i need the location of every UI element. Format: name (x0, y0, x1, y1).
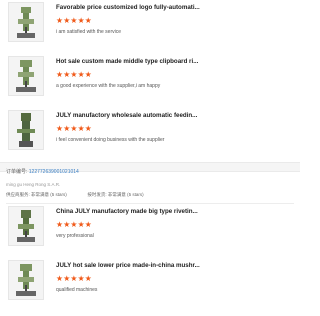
review-item: JULY hot sale lower price made-in-china … (0, 260, 300, 316)
reviews-page: Favorable price customized logo fully-au… (0, 0, 300, 300)
review-comment: very professional (56, 233, 94, 239)
divider (6, 203, 294, 204)
machine-image (16, 264, 36, 296)
star-rating: ★★★★★ (56, 124, 92, 133)
machine-image (16, 60, 36, 92)
rating-count: (5 stars) (50, 192, 67, 197)
machine-image (17, 113, 35, 147)
review-item: Favorable price customized logo fully-au… (0, 2, 300, 58)
rating-value: 非常满意 (107, 192, 126, 197)
rating-label: 供应商服务: (6, 192, 30, 197)
machine-image (17, 210, 35, 242)
review-item: JULY manufactory wholesale automatic fee… (0, 110, 300, 166)
seller-name: ming gu Heng Rong S.A.R. (6, 182, 61, 187)
product-title[interactable]: Favorable price customized logo fully-au… (56, 4, 288, 11)
product-title[interactable]: JULY hot sale lower price made-in-china … (56, 262, 288, 269)
product-thumbnail[interactable] (8, 260, 44, 300)
product-title[interactable]: China JULY manufactory made big type riv… (56, 208, 288, 215)
product-thumbnail[interactable] (8, 56, 44, 96)
review-comment: a good experience with the supplier,i am… (56, 83, 161, 89)
star-rating: ★★★★★ (56, 274, 92, 283)
rating-value: 非常满意 (31, 192, 50, 197)
review-item: Hot sale custom made middle type clipboa… (0, 56, 300, 112)
star-rating: ★★★★★ (56, 220, 92, 229)
order-number-link[interactable]: 122772639001021014 (29, 169, 79, 175)
order-label: 订单编号: (6, 169, 28, 175)
product-title[interactable]: Hot sale custom made middle type clipboa… (56, 58, 288, 65)
product-thumbnail[interactable] (8, 2, 44, 42)
product-title[interactable]: JULY manufactory wholesale automatic fee… (56, 112, 288, 119)
star-rating: ★★★★★ (56, 70, 92, 79)
review-item: China JULY manufactory made big type riv… (0, 206, 300, 262)
order-info: 订单编号: 122772639001021014 (6, 168, 79, 175)
review-comment: qualified machines (56, 287, 98, 293)
rating-label: 按时发货: (87, 192, 107, 197)
review-comment: i am satisfied with the service (56, 29, 122, 35)
product-thumbnail[interactable] (8, 110, 44, 150)
seller-ratings: 供应商服务: 非常满意 (5 stars) 按时发货: 非常满意 (5 star… (6, 192, 144, 198)
star-rating: ★★★★★ (56, 16, 92, 25)
review-comment: i feel convenient doing business with th… (56, 137, 165, 143)
machine-image (17, 7, 35, 38)
product-thumbnail[interactable] (8, 206, 44, 246)
rating-count: (5 stars) (127, 192, 144, 197)
